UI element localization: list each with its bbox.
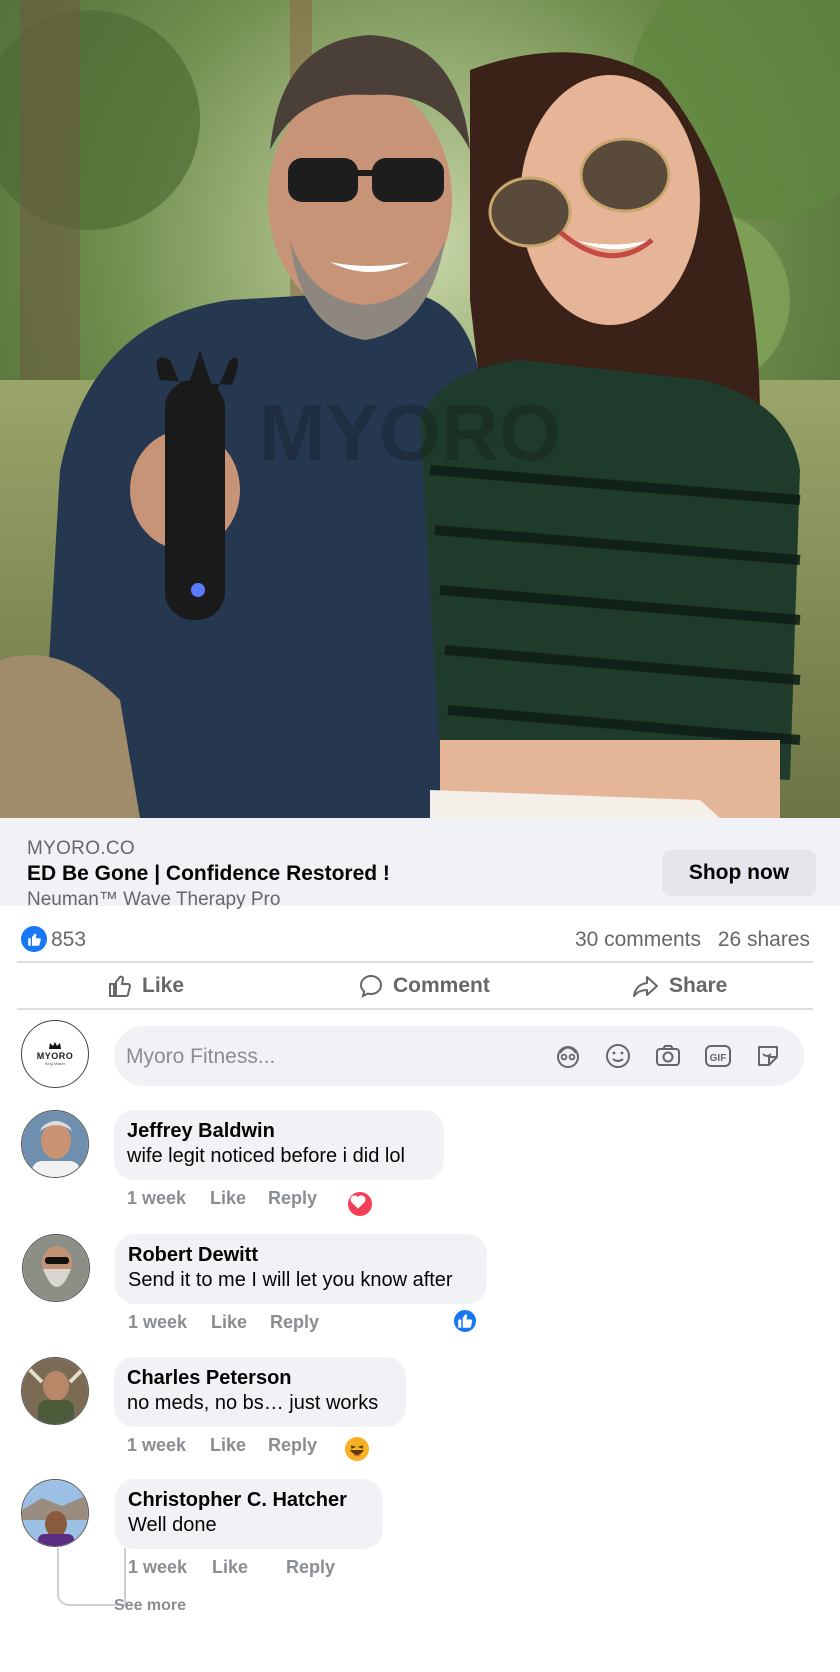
thumbs-up-icon (109, 975, 131, 997)
commenter-name[interactable]: Christopher C. Hatcher (128, 1488, 370, 1512)
shares-count[interactable]: 26 shares (718, 928, 810, 952)
commenter-avatar[interactable] (21, 1479, 89, 1547)
avatar-sticker-icon[interactable] (554, 1042, 582, 1070)
see-more-link[interactable]: See more (114, 1597, 186, 1615)
comment-bubble[interactable]: Charles Peterson no meds, no bs… just wo… (114, 1357, 406, 1427)
comment-input[interactable] (124, 1026, 508, 1088)
divider (17, 1008, 813, 1010)
like-reaction-icon[interactable] (452, 1308, 478, 1334)
commenter-avatar[interactable] (21, 1357, 89, 1425)
comment-bubble[interactable]: Jeffrey Baldwin wife legit noticed befor… (114, 1110, 444, 1180)
share-label: Share (669, 974, 728, 997)
crown-icon (49, 1042, 61, 1049)
comment-reply-link[interactable]: Reply (268, 1188, 317, 1209)
link-domain: MYORO.CO (27, 838, 135, 859)
svg-text:GIF: GIF (710, 1053, 727, 1064)
comment-time[interactable]: 1 week (127, 1435, 186, 1456)
like-label: Like (142, 974, 185, 997)
comment-text: no meds, no bs… just works (127, 1392, 379, 1414)
comment-time[interactable]: 1 week (128, 1312, 187, 1333)
comment-time[interactable]: 1 week (127, 1188, 186, 1209)
commenter-name[interactable]: Charles Peterson (127, 1366, 393, 1390)
haha-reaction-icon[interactable] (345, 1437, 369, 1461)
commenter-name[interactable]: Robert Dewitt (128, 1243, 474, 1267)
comment-time[interactable]: 1 week (128, 1557, 187, 1578)
comment-like-link[interactable]: Like (212, 1557, 248, 1578)
reply-thread-line (124, 1548, 126, 1604)
page-avatar[interactable]: MYORO King Maker (21, 1020, 89, 1088)
comment-like-link[interactable]: Like (210, 1435, 246, 1456)
engagement-counts: 853 30 comments 26 shares (0, 906, 840, 960)
comment-composer[interactable]: GIF (114, 1026, 804, 1088)
comment-bubble[interactable]: Robert Dewitt Send it to me I will let y… (115, 1234, 487, 1304)
shop-now-button[interactable]: Shop now (662, 850, 816, 896)
love-reaction-icon[interactable] (346, 1190, 374, 1218)
comment-bubble-icon (359, 974, 383, 998)
link-headline[interactable]: ED Be Gone | Confidence Restored ! (27, 862, 390, 886)
comment-text: Well done (128, 1514, 217, 1536)
camera-icon[interactable] (654, 1042, 682, 1070)
commenter-avatar[interactable] (21, 1110, 89, 1178)
like-button[interactable]: Like (108, 963, 184, 1009)
commenter-name[interactable]: Jeffrey Baldwin (127, 1119, 431, 1143)
post-action-bar: Like Comment Share (0, 963, 840, 1009)
comment-reply-link[interactable]: Reply (286, 1557, 335, 1578)
ad-photo-illustration: MYORO (0, 0, 840, 818)
comment-text: Send it to me I will let you know after (128, 1269, 453, 1291)
watermark-logo-text: MYORO (259, 388, 561, 477)
avatar-brand-subtext: King Maker (44, 1061, 66, 1066)
avatar-brand-text: MYORO (36, 1051, 74, 1061)
share-button[interactable]: Share (633, 963, 727, 1009)
comment-reply-link[interactable]: Reply (268, 1435, 317, 1456)
comment-label: Comment (393, 974, 490, 997)
ad-image[interactable]: MYORO (0, 0, 840, 818)
sticker-icon[interactable] (754, 1042, 782, 1070)
comment-bubble[interactable]: Christopher C. Hatcher Well done (115, 1479, 383, 1549)
gif-icon[interactable]: GIF (704, 1042, 732, 1070)
link-preview-banner[interactable]: MYORO.CO ED Be Gone | Confidence Restore… (0, 818, 840, 910)
comment-like-link[interactable]: Like (211, 1312, 247, 1333)
emoji-icon[interactable] (604, 1042, 632, 1070)
comment-reply-link[interactable]: Reply (270, 1312, 319, 1333)
comment-button[interactable]: Comment (359, 963, 490, 1009)
like-reaction-icon[interactable] (21, 926, 47, 952)
reaction-count[interactable]: 853 (51, 928, 86, 952)
comment-text: wife legit noticed before i did lol (127, 1145, 405, 1167)
share-arrow-icon (633, 976, 658, 997)
comments-count[interactable]: 30 comments (575, 928, 701, 952)
comment-like-link[interactable]: Like (210, 1188, 246, 1209)
commenter-avatar[interactable] (22, 1234, 90, 1302)
